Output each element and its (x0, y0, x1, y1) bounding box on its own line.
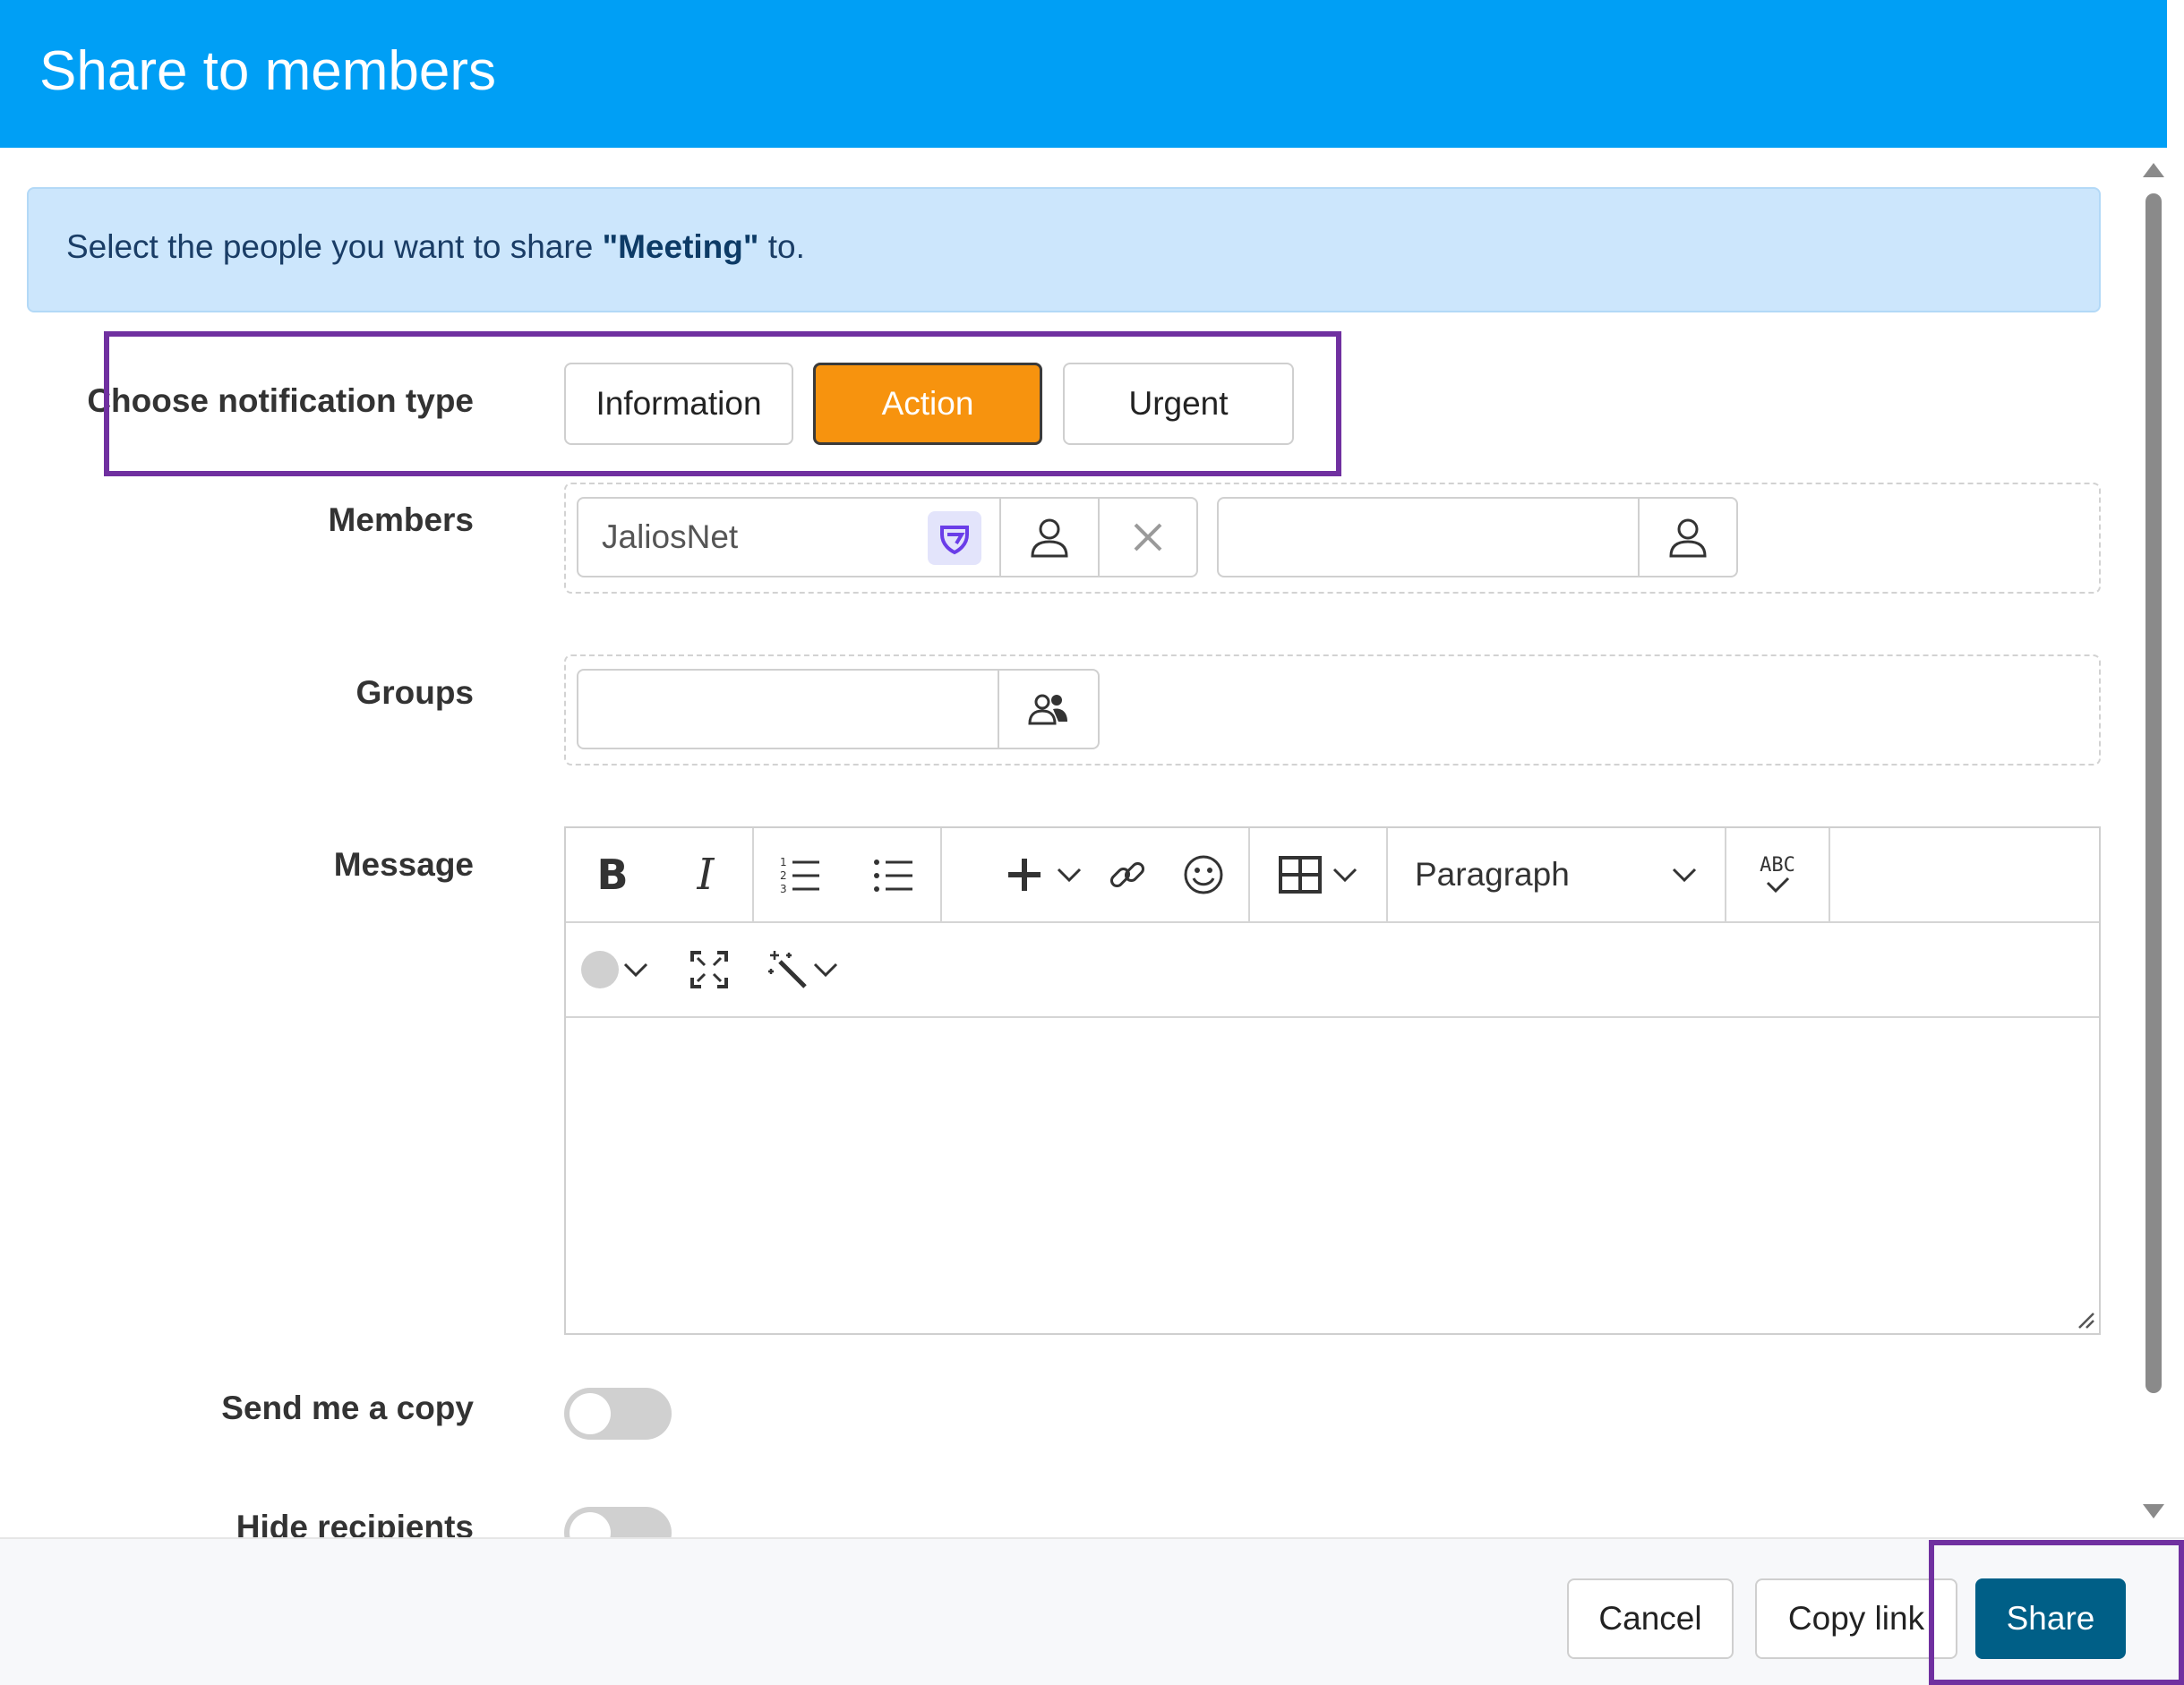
bullet-list-button[interactable] (847, 828, 940, 921)
group-icon (1028, 694, 1067, 725)
send-copy-toggle[interactable] (564, 1388, 672, 1440)
share-dialog: Share to members Select the people you w… (0, 0, 2184, 1685)
add-member-button[interactable] (1638, 499, 1736, 576)
fullscreen-button[interactable] (664, 923, 754, 1016)
add-member-input-group (1217, 497, 1738, 577)
chevron-down-icon (623, 962, 648, 978)
list-group: 123 (754, 828, 942, 921)
paragraph-select-label: Paragraph (1415, 856, 1570, 893)
numbered-list-icon: 123 (780, 856, 819, 895)
fullscreen-icon (690, 951, 728, 988)
bold-icon: B (596, 851, 629, 899)
groups-select-button[interactable] (998, 671, 1098, 748)
table-icon (1279, 856, 1322, 894)
user-icon (1669, 518, 1707, 558)
toggle-knob (570, 1393, 611, 1434)
paragraph-select[interactable]: Paragraph (1388, 828, 1726, 921)
insert-group (942, 828, 1250, 921)
numbered-list-button[interactable]: 123 (754, 828, 847, 921)
highlight-share-button (1929, 1540, 2184, 1685)
chevron-down-icon (1672, 868, 1697, 883)
spellcheck-button[interactable]: ABC (1726, 828, 1829, 921)
cancel-button[interactable]: Cancel (1567, 1578, 1734, 1659)
italic-icon: I (697, 850, 715, 900)
toggle-knob (570, 1512, 611, 1537)
svg-text:3: 3 (780, 883, 787, 895)
scroll-down-arrow-icon[interactable] (2140, 1501, 2167, 1522)
bold-button[interactable]: B (566, 828, 659, 921)
format-group: B I (566, 828, 754, 921)
add-member-input[interactable] (1219, 499, 1638, 576)
copy-link-button[interactable]: Copy link (1755, 1578, 1957, 1659)
shared-item-name: "Meeting" (602, 228, 759, 265)
close-icon (1134, 523, 1162, 552)
magic-wand-button[interactable] (754, 923, 852, 1016)
chevron-down-icon (1057, 868, 1082, 883)
link-button[interactable] (1096, 828, 1159, 921)
info-text: Select the people you want to share "Mee… (66, 228, 805, 266)
hide-recipients-label: Hide recipients (236, 1509, 474, 1537)
dialog-footer: Cancel Copy link Share (0, 1537, 2184, 1685)
groups-input-group (577, 669, 1100, 749)
member-select-button[interactable] (999, 499, 1098, 576)
member-field: JaliosNet (578, 499, 999, 576)
chevron-down-icon (1332, 868, 1358, 883)
members-label: Members (328, 501, 474, 538)
svg-text:1: 1 (780, 856, 787, 868)
jalios-logo-icon (928, 511, 981, 565)
magic-wand-icon (768, 951, 807, 988)
info-banner: Select the people you want to share "Mee… (27, 187, 2101, 312)
member-remove-button[interactable] (1098, 499, 1196, 576)
editor-toolbar-row-2 (566, 923, 2099, 1018)
insert-button[interactable] (942, 828, 1042, 921)
groups-input[interactable] (578, 671, 998, 748)
info-suffix: to. (758, 228, 805, 265)
plus-icon (1008, 859, 1041, 891)
svg-text:2: 2 (780, 869, 787, 882)
scroll-up-arrow-icon[interactable] (2140, 159, 2167, 181)
table-button[interactable] (1250, 828, 1386, 921)
hide-recipients-toggle[interactable] (564, 1507, 672, 1537)
translate-icon (581, 951, 619, 988)
send-copy-label: Send me a copy (221, 1390, 474, 1426)
table-group (1250, 828, 1388, 921)
link-icon (1109, 861, 1145, 888)
dialog-header: Share to members (0, 0, 2167, 148)
info-prefix: Select the people you want to share (66, 228, 603, 265)
resize-handle-icon[interactable] (2074, 1308, 2095, 1330)
emoji-icon (1184, 855, 1223, 894)
insert-dropdown-button[interactable] (1042, 828, 1096, 921)
dialog-title: Share to members (39, 40, 496, 102)
highlight-notification-type (104, 331, 1341, 476)
member-name: JaliosNet (602, 518, 739, 555)
vertical-scrollbar[interactable] (2140, 158, 2167, 1527)
message-editor: B I 123 Paragraph ABC (564, 826, 2101, 1335)
translate-button[interactable] (566, 923, 664, 1016)
check-icon (1766, 877, 1790, 894)
chevron-down-icon (813, 962, 838, 978)
user-icon (1031, 518, 1068, 558)
spellcheck-icon-label: ABC (1760, 854, 1795, 877)
message-textarea[interactable] (566, 1018, 2099, 1333)
member-chip: JaliosNet (577, 497, 1198, 577)
scroll-thumb[interactable] (2145, 193, 2162, 1393)
bullet-list-icon (874, 860, 912, 892)
editor-toolbar-row-1: B I 123 Paragraph ABC (566, 828, 2099, 923)
emoji-button[interactable] (1159, 828, 1248, 921)
spellcheck-group: ABC (1726, 828, 1830, 921)
groups-label: Groups (355, 674, 474, 711)
italic-button[interactable]: I (659, 828, 752, 921)
message-label: Message (333, 846, 474, 883)
